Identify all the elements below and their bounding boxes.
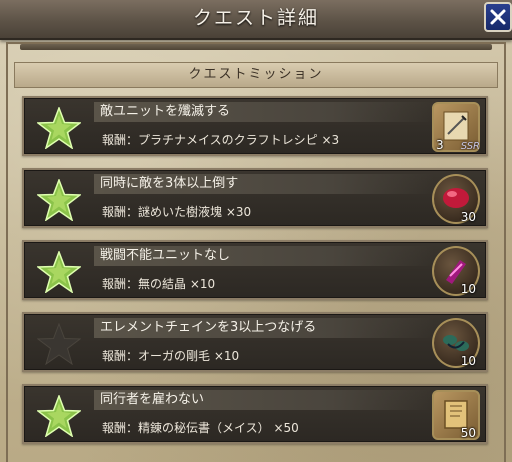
mission-title: 敵ユニットを殲滅する [100,104,231,119]
mission-reward: 報酬：謎めいた樹液塊 ×30 [102,205,252,219]
reward-item[interactable]: 3 SSR [432,102,480,152]
close-button[interactable] [484,2,512,32]
mission-title: 同行者を雇わない [100,392,205,407]
close-icon [490,9,506,25]
mission-title: 戦闘不能ユニットなし [100,248,231,263]
star-unachieved-icon [37,323,81,365]
star-achieved-icon [37,107,81,149]
star-achieved-icon [37,179,81,221]
mission-row: 同行者を雇わない 報酬：精錬の秘伝書（メイス） ×50 50 [22,384,488,444]
star-achieved-icon [37,395,81,437]
section-header: クエストミッション [14,62,498,88]
section-label: クエストミッション [188,67,324,82]
star-achieved-icon [37,251,81,293]
title-bar: クエスト詳細 [0,0,512,40]
mission-reward: 報酬：オーガの剛毛 ×10 [102,349,240,363]
reward-item[interactable]: 30 [432,174,480,224]
mission-row: エレメントチェインを3以上つなげる 報酬：オーガの剛毛 ×10 10 [22,312,488,372]
page-title: クエスト詳細 [192,7,319,29]
mission-title: エレメントチェインを3以上つなげる [100,320,317,335]
mission-reward: 報酬：無の結晶 ×10 [102,277,216,291]
mission-title: 同時に敵を3体以上倒す [100,176,239,191]
mission-reward: 報酬：精錬の秘伝書（メイス） ×50 [102,421,299,435]
mission-row: 敵ユニットを殲滅する 報酬：プラチナメイスのクラフトレシピ ×3 3 SSR [22,96,488,156]
divider [20,44,492,50]
mission-row: 同時に敵を3体以上倒す 報酬：謎めいた樹液塊 ×30 30 [22,168,488,228]
reward-item[interactable]: 50 [432,390,480,440]
reward-item[interactable]: 10 [432,318,480,368]
mission-row: 戦闘不能ユニットなし 報酬：無の結晶 ×10 10 [22,240,488,300]
rarity-badge: SSR [460,141,480,152]
mission-reward: 報酬：プラチナメイスのクラフトレシピ ×3 [102,133,340,147]
reward-item[interactable]: 10 [432,246,480,296]
